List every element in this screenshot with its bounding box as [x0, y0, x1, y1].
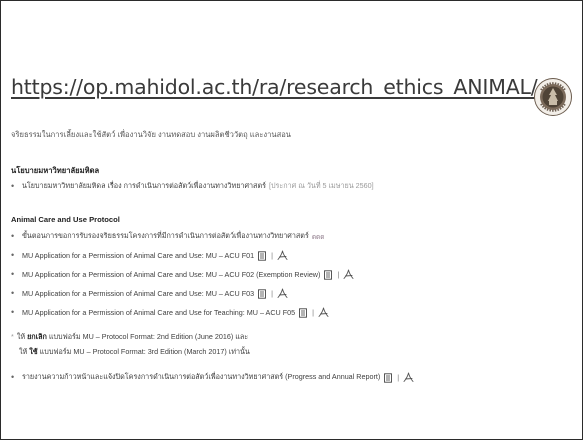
protocol-item-text[interactable]: MU Application for a Permission of Anima…: [22, 270, 320, 279]
slide-frame: https://op.mahidol.ac.th/ra/research_eth…: [0, 0, 583, 440]
report-item-text[interactable]: รายงานความก้าวหน้าและแจ้งปิดโครงการดำเนิ…: [22, 372, 380, 383]
protocol-list-item[interactable]: • MU Application for a Permission of Ani…: [11, 250, 288, 261]
bullet-icon: •: [11, 307, 15, 317]
bullet-icon: •: [11, 231, 15, 241]
acrobat-pdf-icon[interactable]: [318, 307, 329, 318]
separator: |: [397, 373, 400, 382]
acrobat-pdf-icon[interactable]: [277, 288, 288, 299]
protocol-item-text[interactable]: MU Application for a Permission of Anima…: [22, 308, 295, 317]
bullet-icon: •: [11, 269, 15, 279]
separator: |: [271, 289, 273, 298]
bullet-icon: •: [11, 372, 15, 382]
bullet-icon: •: [11, 288, 15, 298]
research-ethics-url-link[interactable]: https://op.mahidol.ac.th/ra/research_eth…: [11, 75, 538, 99]
acrobat-pdf-icon[interactable]: [277, 250, 288, 261]
page-heading: จริยธรรมในการเลี้ยงและใช้สัตว์ เพื่องานว…: [11, 130, 291, 139]
separator: |: [337, 270, 340, 279]
document-icon[interactable]: [323, 269, 333, 280]
protocol-section-title: Animal Care and Use Protocol: [11, 215, 120, 224]
report-list-item[interactable]: • รายงานความก้าวหน้าและแจ้งปิดโครงการดำเ…: [11, 372, 414, 383]
policy-item-text[interactable]: นโยบายมหาวิทยาลัยมหิดล เรื่อง การดำเนินก…: [22, 181, 266, 192]
document-icon[interactable]: [298, 307, 308, 318]
protocol-list-item[interactable]: • MU Application for a Permission of Ani…: [11, 307, 329, 318]
format-note-line-2: ให้ ใช้ แบบฟอร์ม MU – Protocol Format: 3…: [19, 347, 250, 358]
note-text: แบบฟอร์ม MU – Protocol Format: 2nd Editi…: [48, 332, 249, 341]
document-icon[interactable]: [257, 288, 267, 299]
protocol-list-item[interactable]: • ขั้นตอนการขอการรับรองจริยธรรมโครงการที…: [11, 231, 324, 242]
policy-item-date: [ประกาศ ณ วันที่ 5 เมษายน 2560]: [268, 181, 374, 190]
note-bold-cancel: ยกเลิก: [27, 332, 47, 341]
separator: |: [312, 308, 314, 317]
bullet-icon: •: [11, 181, 15, 191]
item-tag: ดดด: [311, 233, 325, 241]
note-prefix: ให้: [19, 347, 28, 356]
mahidol-university-seal-icon: [534, 78, 572, 116]
asterisk-icon: *: [11, 332, 14, 341]
policy-section-title: นโยบายมหาวิทยาลัยมหิดล: [11, 166, 100, 175]
format-note-line-1: * ให้ ยกเลิก แบบฟอร์ม MU – Protocol Forma…: [11, 332, 248, 343]
separator: |: [271, 251, 273, 260]
protocol-list-item[interactable]: • MU Application for a Permission of Ani…: [11, 269, 354, 280]
note-text: แบบฟอร์ม MU – Protocol Format: 3rd Editi…: [39, 347, 250, 356]
protocol-list-item[interactable]: • MU Application for a Permission of Ani…: [11, 288, 288, 299]
policy-list-item[interactable]: • นโยบายมหาวิทยาลัยมหิดล เรื่อง การดำเนิ…: [11, 181, 374, 192]
bullet-icon: •: [11, 250, 15, 260]
acrobat-pdf-icon[interactable]: [403, 372, 414, 383]
protocol-item-text[interactable]: ขั้นตอนการขอการรับรองจริยธรรมโครงการที่ม…: [22, 231, 309, 242]
protocol-item-text[interactable]: MU Application for a Permission of Anima…: [22, 251, 254, 260]
protocol-item-text[interactable]: MU Application for a Permission of Anima…: [22, 289, 254, 298]
note-prefix: ให้: [16, 332, 26, 341]
document-icon[interactable]: [257, 250, 267, 261]
acrobat-pdf-icon[interactable]: [343, 269, 354, 280]
document-icon[interactable]: [383, 372, 393, 383]
note-bold-use: ใช้: [29, 347, 38, 356]
